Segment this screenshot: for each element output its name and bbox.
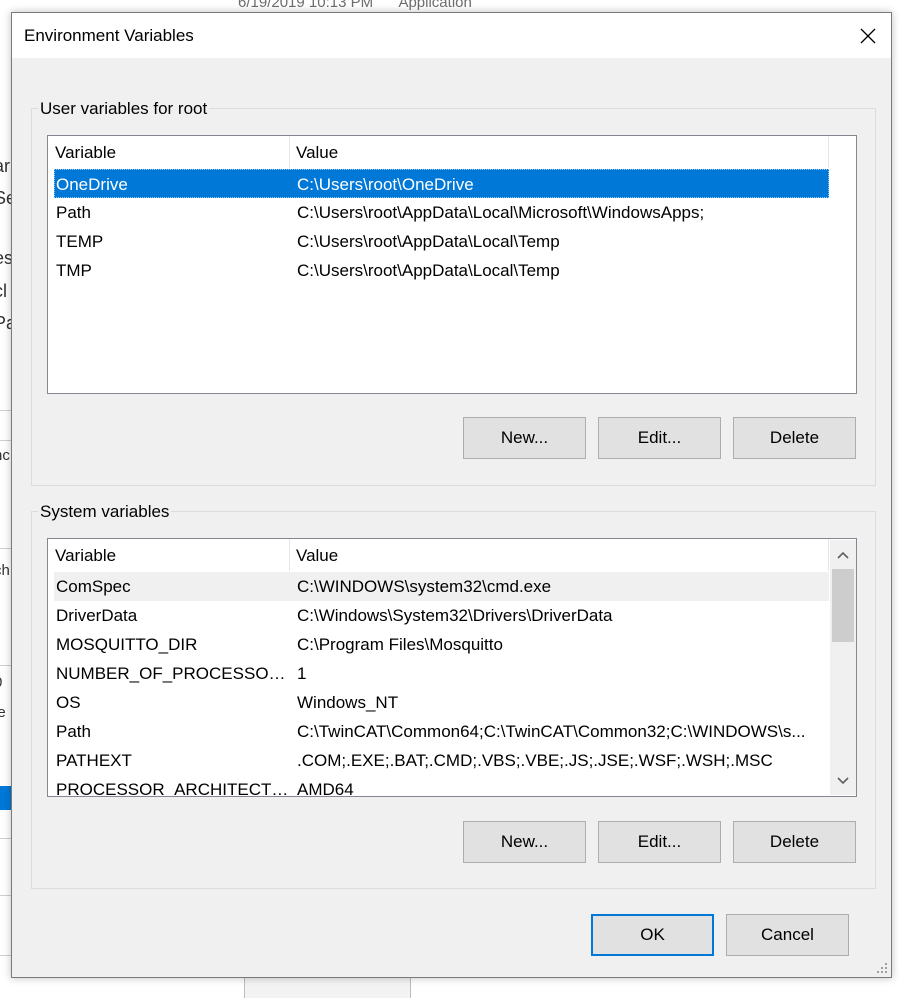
- list-row[interactable]: Path C:\TwinCAT\Common64;C:\TwinCAT\Comm…: [54, 717, 829, 746]
- user-edit-button[interactable]: Edit...: [598, 417, 721, 459]
- list-row[interactable]: OS Windows_NT: [54, 688, 829, 717]
- close-button[interactable]: [845, 13, 891, 58]
- close-icon: [860, 28, 876, 43]
- scroll-up-button[interactable]: [830, 540, 856, 569]
- list-row[interactable]: DriverData C:\Windows\System32\Drivers\D…: [54, 601, 829, 630]
- column-header-variable[interactable]: Variable: [48, 539, 289, 571]
- list-row[interactable]: TMP C:\Users\root\AppData\Local\Temp: [54, 256, 829, 285]
- row-variable: PATHEXT: [56, 751, 132, 770]
- background-window-header: 6/19/2019 10:13 PM Application: [238, 0, 494, 11]
- system-new-button[interactable]: New...: [463, 821, 586, 863]
- system-delete-button[interactable]: Delete: [733, 821, 856, 863]
- row-value: Windows_NT: [297, 693, 399, 712]
- row-value: C:\Users\root\OneDrive: [297, 175, 474, 194]
- row-variable: TEMP: [56, 232, 104, 251]
- column-header-variable[interactable]: Variable: [48, 136, 289, 168]
- user-delete-button[interactable]: Delete: [733, 417, 856, 459]
- dialog-title: Environment Variables: [24, 26, 194, 45]
- background-date-text: 6/19/2019 10:13 PM: [238, 0, 374, 11]
- row-variable: DriverData: [56, 606, 138, 625]
- system-variables-list[interactable]: Variable Value ComSpec C:\WINDOWS\system…: [47, 538, 857, 797]
- vertical-scrollbar[interactable]: [830, 540, 856, 795]
- row-variable: Path: [56, 203, 91, 222]
- row-value: AMD64: [297, 780, 354, 797]
- row-variable: OneDrive: [56, 175, 128, 194]
- list-row[interactable]: OneDrive C:\Users\root\OneDrive: [54, 169, 829, 198]
- row-value: 1: [297, 664, 307, 683]
- list-row[interactable]: NUMBER_OF_PROCESSORS 1: [54, 659, 829, 688]
- scroll-up-icon: [837, 551, 849, 559]
- row-variable: ComSpec: [56, 577, 131, 596]
- row-variable: MOSQUITTO_DIR: [56, 635, 198, 654]
- list-row[interactable]: Path C:\Users\root\AppData\Local\Microso…: [54, 198, 829, 227]
- list-row[interactable]: PATHEXT .COM;.EXE;.BAT;.CMD;.VBS;.VBE;.J…: [54, 746, 829, 775]
- resize-grip-icon[interactable]: [876, 962, 888, 974]
- user-variables-list[interactable]: Variable Value OneDrive C:\Users\root\On…: [47, 135, 857, 394]
- row-value: C:\WINDOWS\system32\cmd.exe: [297, 577, 552, 596]
- row-variable: OS: [56, 693, 81, 712]
- row-value: C:\Users\root\AppData\Local\Temp: [297, 232, 560, 251]
- scrollbar-thumb[interactable]: [832, 569, 854, 642]
- row-value: C:\Users\root\AppData\Local\Microsoft\Wi…: [297, 203, 705, 222]
- list-row[interactable]: MOSQUITTO_DIR C:\Program Files\Mosquitto: [54, 630, 829, 659]
- column-header-value[interactable]: Value: [289, 136, 829, 168]
- row-value: C:\TwinCAT\Common64;C:\TwinCAT\Common32;…: [297, 722, 806, 741]
- row-value: C:\Windows\System32\Drivers\DriverData: [297, 606, 613, 625]
- row-value: C:\Program Files\Mosquitto: [297, 635, 503, 654]
- ok-button[interactable]: OK: [591, 914, 714, 956]
- row-value: C:\Users\root\AppData\Local\Temp: [297, 261, 560, 280]
- background-type-text: Application: [398, 0, 472, 11]
- system-edit-button[interactable]: Edit...: [598, 821, 721, 863]
- user-variables-label: User variables for root: [38, 99, 210, 119]
- title-bar[interactable]: Environment Variables: [12, 13, 891, 58]
- list-row[interactable]: PROCESSOR_ARCHITECTURE AMD64: [54, 775, 829, 797]
- row-variable: Path: [56, 722, 91, 741]
- column-header-value[interactable]: Value: [289, 539, 829, 571]
- scroll-down-button[interactable]: [830, 766, 856, 795]
- list-header: Variable Value: [48, 136, 856, 168]
- row-value: .COM;.EXE;.BAT;.CMD;.VBS;.VBE;.JS;.JSE;.…: [297, 751, 773, 770]
- row-variable: PROCESSOR_ARCHITECTURE: [56, 780, 291, 797]
- system-variables-label: System variables: [38, 502, 172, 522]
- list-row[interactable]: ComSpec C:\WINDOWS\system32\cmd.exe: [54, 572, 829, 601]
- user-new-button[interactable]: New...: [463, 417, 586, 459]
- scroll-down-icon: [837, 776, 849, 784]
- list-header: Variable Value: [48, 539, 856, 571]
- row-variable: NUMBER_OF_PROCESSORS: [56, 664, 292, 683]
- environment-variables-dialog: Environment Variables User variables for…: [11, 12, 892, 978]
- row-variable: TMP: [56, 261, 92, 280]
- cancel-button[interactable]: Cancel: [726, 914, 849, 956]
- list-row[interactable]: TEMP C:\Users\root\AppData\Local\Temp: [54, 227, 829, 256]
